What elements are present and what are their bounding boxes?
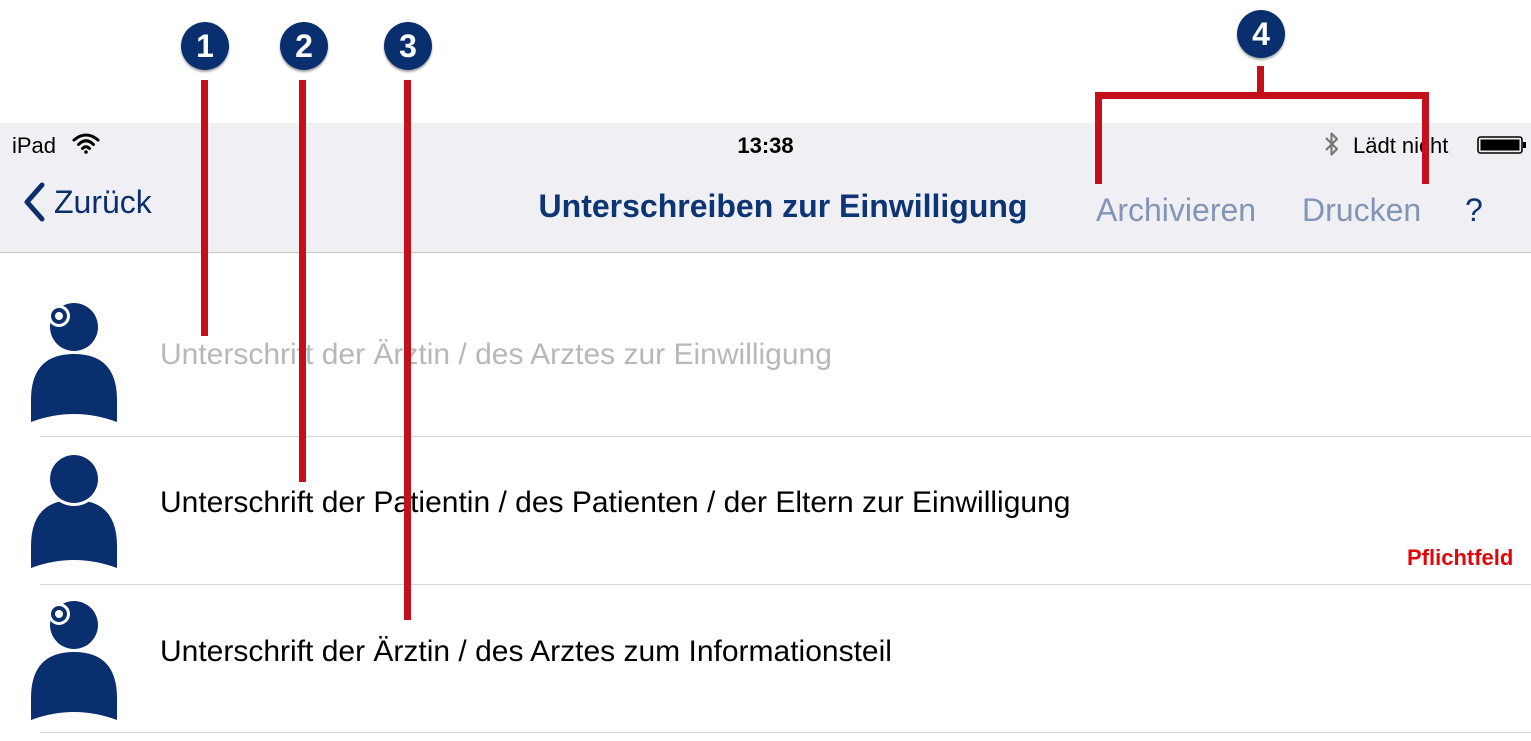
battery-icon <box>1477 136 1526 154</box>
doctor-avatar-icon <box>31 598 117 720</box>
row-divider <box>40 732 1531 733</box>
signature-row-patient-consent[interactable]: Unterschrift der Patientin / des Patient… <box>160 486 1070 520</box>
row-divider <box>40 436 1531 437</box>
signature-row-doctor-consent: Unterschrift der Ärztin / des Arztes zur… <box>160 338 832 371</box>
required-field-label: Pflichtfeld <box>1407 545 1514 570</box>
annotation-bracket-4-right <box>1422 92 1429 184</box>
status-time: 13:38 <box>737 133 794 158</box>
annotation-bracket-4-top <box>1095 92 1429 99</box>
annotation-bracket-4-left <box>1095 92 1102 184</box>
annotation-marker-4: 4 <box>1237 10 1285 58</box>
annotation-marker-2: 2 <box>280 22 328 70</box>
doctor-avatar-icon <box>31 300 117 422</box>
bluetooth-icon <box>1325 132 1339 156</box>
annotation-line-1 <box>201 80 208 336</box>
status-charge-text: Lädt nicht <box>1353 133 1449 158</box>
signature-row-doctor-information[interactable]: Unterschrift der Ärztin / des Arztes zum… <box>160 635 892 669</box>
archive-button[interactable]: Archivieren <box>1096 192 1256 229</box>
annotation-line-3 <box>404 80 411 620</box>
help-button[interactable]: ? <box>1465 192 1483 229</box>
annotation-marker-1: 1 <box>181 22 229 70</box>
print-button[interactable]: Drucken <box>1302 192 1421 229</box>
patient-avatar-icon <box>31 454 117 568</box>
annotation-marker-3: 3 <box>384 22 432 70</box>
row-divider <box>40 584 1531 585</box>
annotation-line-2 <box>299 80 306 482</box>
